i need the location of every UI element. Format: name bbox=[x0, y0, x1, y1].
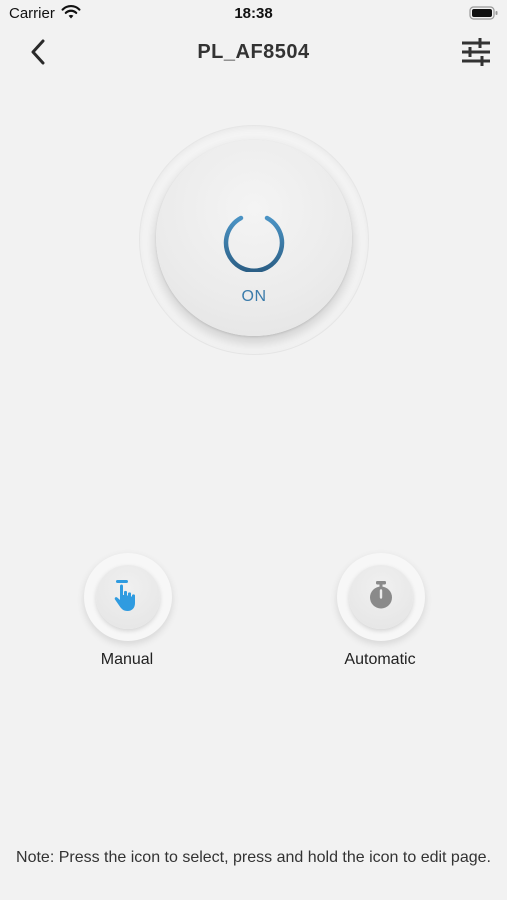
help-note: Note: Press the icon to select, press an… bbox=[16, 849, 491, 866]
automatic-mode-label: Automatic bbox=[344, 651, 416, 668]
manual-mode-button-inner bbox=[96, 565, 160, 629]
page-title: PL_AF8504 bbox=[197, 41, 310, 63]
sliders-icon bbox=[460, 37, 492, 71]
automatic-mode-button-inner bbox=[349, 565, 413, 629]
stopwatch-icon bbox=[367, 580, 395, 615]
battery-icon bbox=[469, 5, 499, 26]
automatic-mode-button[interactable] bbox=[337, 553, 425, 641]
manual-mode-button[interactable] bbox=[84, 553, 172, 641]
automatic-mode: Automatic bbox=[310, 553, 450, 673]
manual-mode: Manual bbox=[57, 553, 197, 673]
status-time: 18:38 bbox=[234, 5, 273, 22]
hand-tap-icon bbox=[112, 578, 144, 617]
power-state-label: ON bbox=[241, 288, 267, 305]
power-button[interactable]: ON bbox=[156, 140, 352, 336]
power-icon bbox=[220, 204, 288, 277]
status-bar: Carrier 18:38 bbox=[0, 0, 507, 28]
navigation-bar: PL_AF8504 bbox=[0, 30, 507, 76]
settings-button[interactable] bbox=[457, 36, 495, 72]
manual-mode-label: Manual bbox=[100, 651, 154, 668]
